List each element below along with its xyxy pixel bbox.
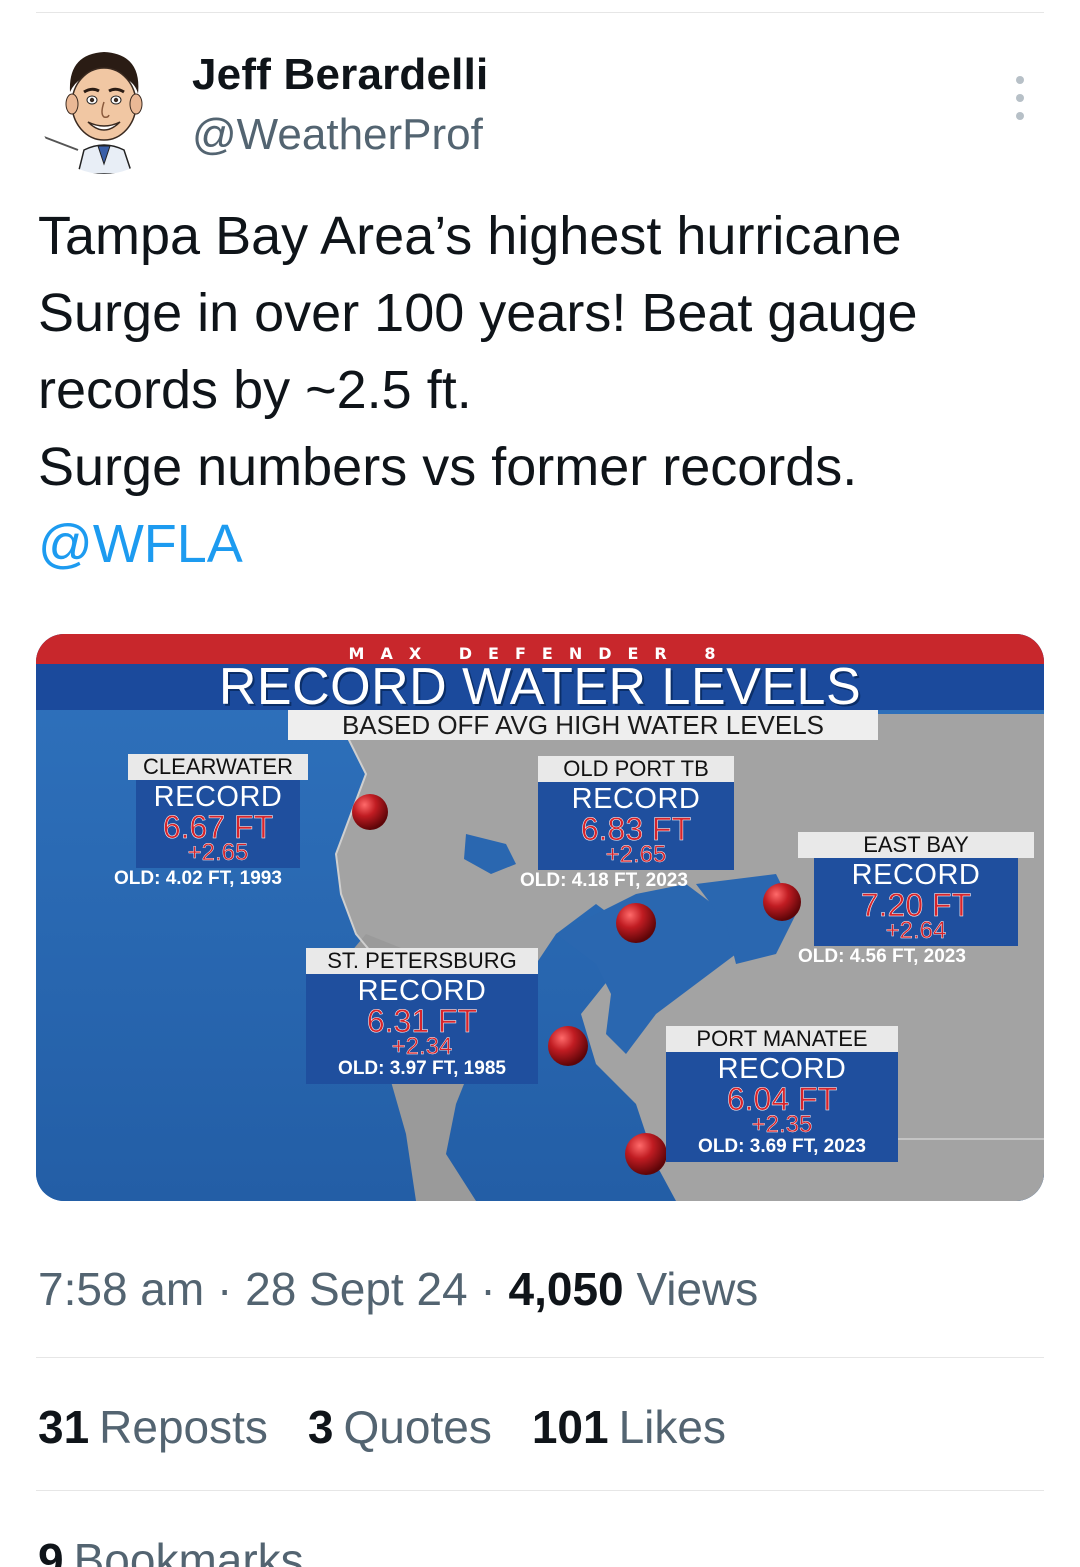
station-location: CLEARWATER (128, 754, 308, 780)
station-box-old-port-tb: OLD PORT TB RECORD 6.83 FT +2.65 OLD: 4.… (520, 756, 734, 892)
quotes-label: Quotes (343, 1401, 492, 1453)
station-record-value: 6.04 FT (726, 1081, 838, 1117)
author-name[interactable]: Jeff Berardelli (192, 50, 488, 100)
likes-label: Likes (618, 1401, 726, 1453)
tweet-text: Tampa Bay Area’s highest hurricane Surge… (38, 198, 1048, 583)
bookmarks-label: Bookmarks (73, 1534, 304, 1567)
reposts-label: Reposts (99, 1401, 268, 1453)
more-vertical-icon[interactable] (1010, 76, 1030, 120)
station-body: RECORD 6.04 FT +2.35 OLD: 3.69 FT, 2023 (666, 1052, 898, 1162)
station-record-label: RECORD (851, 859, 981, 891)
station-diff: +2.65 (605, 841, 667, 868)
map-pin-port-manatee (625, 1133, 667, 1175)
station-location: OLD PORT TB (538, 756, 734, 782)
tweet-date[interactable]: 28 Sept 24 (245, 1263, 468, 1315)
tweet-media-image[interactable]: MAX DEFENDER 8 RECORD WATER LEVELS BASED… (36, 634, 1044, 1201)
station-record-label: RECORD (717, 1053, 847, 1085)
station-body: RECORD 6.67 FT +2.65 (136, 780, 300, 868)
engagement-stats: 31 Reposts 3 Quotes 101 Likes (38, 1400, 726, 1454)
station-record-value: 6.67 FT (162, 809, 274, 845)
mention-link[interactable]: @WFLA (38, 506, 1048, 583)
station-old-record: OLD: 3.69 FT, 2023 (698, 1136, 866, 1157)
reposts-stat[interactable]: 31 Reposts (38, 1400, 268, 1454)
map-pin-old-port-tb (616, 903, 656, 943)
bookmarks-stat[interactable]: 9 Bookmarks (38, 1533, 304, 1567)
map-pin-east-bay (763, 883, 801, 921)
station-diff: +2.65 (187, 839, 249, 866)
more-dot (1016, 76, 1024, 84)
station-old-record: OLD: 4.56 FT, 2023 (798, 946, 966, 967)
views-count: 4,050 (508, 1263, 624, 1315)
graphic-headline: RECORD WATER LEVELS (218, 658, 862, 716)
views-label: Views (636, 1263, 759, 1315)
graphic-subhead: BASED OFF AVG HIGH WATER LEVELS (288, 710, 878, 740)
divider (36, 1357, 1044, 1358)
caricature-avatar-icon (38, 42, 170, 174)
station-body: RECORD 6.83 FT +2.65 (538, 782, 734, 870)
station-location: ST. PETERSBURG (306, 948, 538, 974)
bookmarks-count: 9 (38, 1534, 64, 1567)
station-old-record: OLD: 4.02 FT, 1993 (114, 868, 282, 889)
station-diff: +2.35 (751, 1111, 813, 1138)
likes-stat[interactable]: 101 Likes (532, 1400, 726, 1454)
station-box-clearwater: CLEARWATER RECORD 6.67 FT +2.65 OLD: 4.0… (114, 754, 308, 890)
top-divider (36, 12, 1044, 13)
tweet-line: Surge numbers vs former records. (38, 437, 858, 497)
tweet-line: Surge in over 100 years! Beat gauge (38, 283, 918, 343)
meta-separator: · (480, 1263, 496, 1315)
reposts-count: 31 (38, 1401, 90, 1453)
station-box-st-petersburg: ST. PETERSBURG RECORD 6.31 FT +2.34 OLD:… (306, 948, 538, 1084)
station-old-record: OLD: 4.18 FT, 2023 (520, 870, 688, 891)
station-box-port-manatee: PORT MANATEE RECORD 6.04 FT +2.35 OLD: 3… (666, 1026, 898, 1162)
station-body: RECORD 7.20 FT +2.64 (814, 858, 1018, 946)
tweet-meta: 7:58 am · 28 Sept 24 · 4,050 Views (38, 1262, 758, 1316)
tweet-line: Tampa Bay Area’s highest hurricane (38, 206, 902, 266)
quotes-count: 3 (307, 1401, 334, 1453)
quotes-stat[interactable]: 3 Quotes (308, 1400, 492, 1454)
station-diff: +2.64 (885, 917, 947, 944)
station-record-label: RECORD (357, 975, 487, 1007)
map-pin-st-petersburg (548, 1026, 588, 1066)
author-handle[interactable]: @WeatherProf (192, 110, 483, 160)
station-diff: +2.34 (391, 1033, 453, 1060)
station-record-label: RECORD (153, 781, 283, 813)
map-pin-clearwater (352, 794, 388, 830)
station-record-label: RECORD (571, 783, 701, 815)
station-record-value: 6.31 FT (366, 1003, 478, 1039)
more-dot (1016, 112, 1024, 120)
station-box-east-bay: EAST BAY RECORD 7.20 FT +2.64 OLD: 4.56 … (798, 832, 1034, 968)
station-location: EAST BAY (798, 832, 1034, 858)
divider (36, 1490, 1044, 1491)
station-record-value: 6.83 FT (580, 811, 692, 847)
tweet-time[interactable]: 7:58 am (38, 1263, 204, 1315)
author-avatar[interactable] (38, 42, 170, 174)
station-location: PORT MANATEE (666, 1026, 898, 1052)
meta-separator: · (217, 1263, 233, 1315)
tweet-line: records by ~2.5 ft. (38, 360, 472, 420)
likes-count: 101 (531, 1401, 609, 1453)
station-body: RECORD 6.31 FT +2.34 OLD: 3.97 FT, 1985 (306, 974, 538, 1084)
station-record-value: 7.20 FT (860, 887, 972, 923)
station-old-record: OLD: 3.97 FT, 1985 (338, 1058, 506, 1079)
more-dot (1016, 94, 1024, 102)
